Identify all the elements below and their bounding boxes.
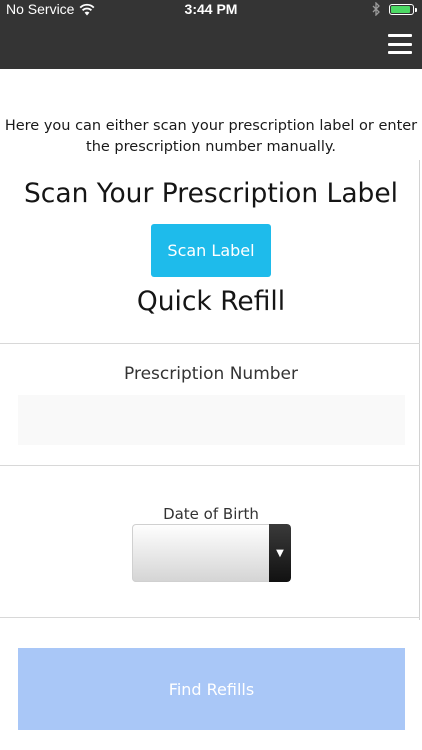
bluetooth-icon	[372, 2, 380, 16]
battery-icon	[389, 3, 417, 15]
prescription-number-input[interactable]	[18, 395, 405, 445]
battery-level	[391, 5, 410, 13]
menu-bar	[388, 34, 412, 37]
divider	[0, 617, 420, 618]
status-time: 3:44 PM	[184, 1, 238, 17]
divider	[0, 343, 420, 344]
app-header: No Service 3:44 PM	[0, 0, 422, 69]
intro-text: Here you can either scan your prescripti…	[0, 116, 422, 158]
status-right-group	[372, 2, 417, 16]
date-of-birth-select[interactable]: ▼	[132, 524, 291, 582]
scan-label-button[interactable]: Scan Label	[151, 224, 271, 277]
menu-bar	[388, 51, 412, 54]
prescription-number-label: Prescription Number	[124, 364, 298, 384]
dropdown-arrow-icon: ▼	[269, 524, 291, 582]
divider	[0, 465, 420, 466]
intro-line-2: the prescription number manually.	[86, 139, 336, 155]
menu-bar	[388, 42, 412, 46]
scan-section-title: Scan Your Prescription Label	[23, 178, 399, 209]
scroll-indicator	[419, 160, 420, 620]
status-bar: No Service 3:44 PM	[0, 0, 422, 20]
intro-line-1: Here you can either scan your prescripti…	[4, 118, 418, 134]
battery-tip	[415, 7, 417, 12]
find-refills-button[interactable]: Find Refills	[18, 648, 405, 730]
quick-refill-title: Quick Refill	[136, 286, 286, 317]
hamburger-menu-icon[interactable]	[388, 34, 412, 54]
date-of-birth-label: Date of Birth	[163, 505, 259, 523]
